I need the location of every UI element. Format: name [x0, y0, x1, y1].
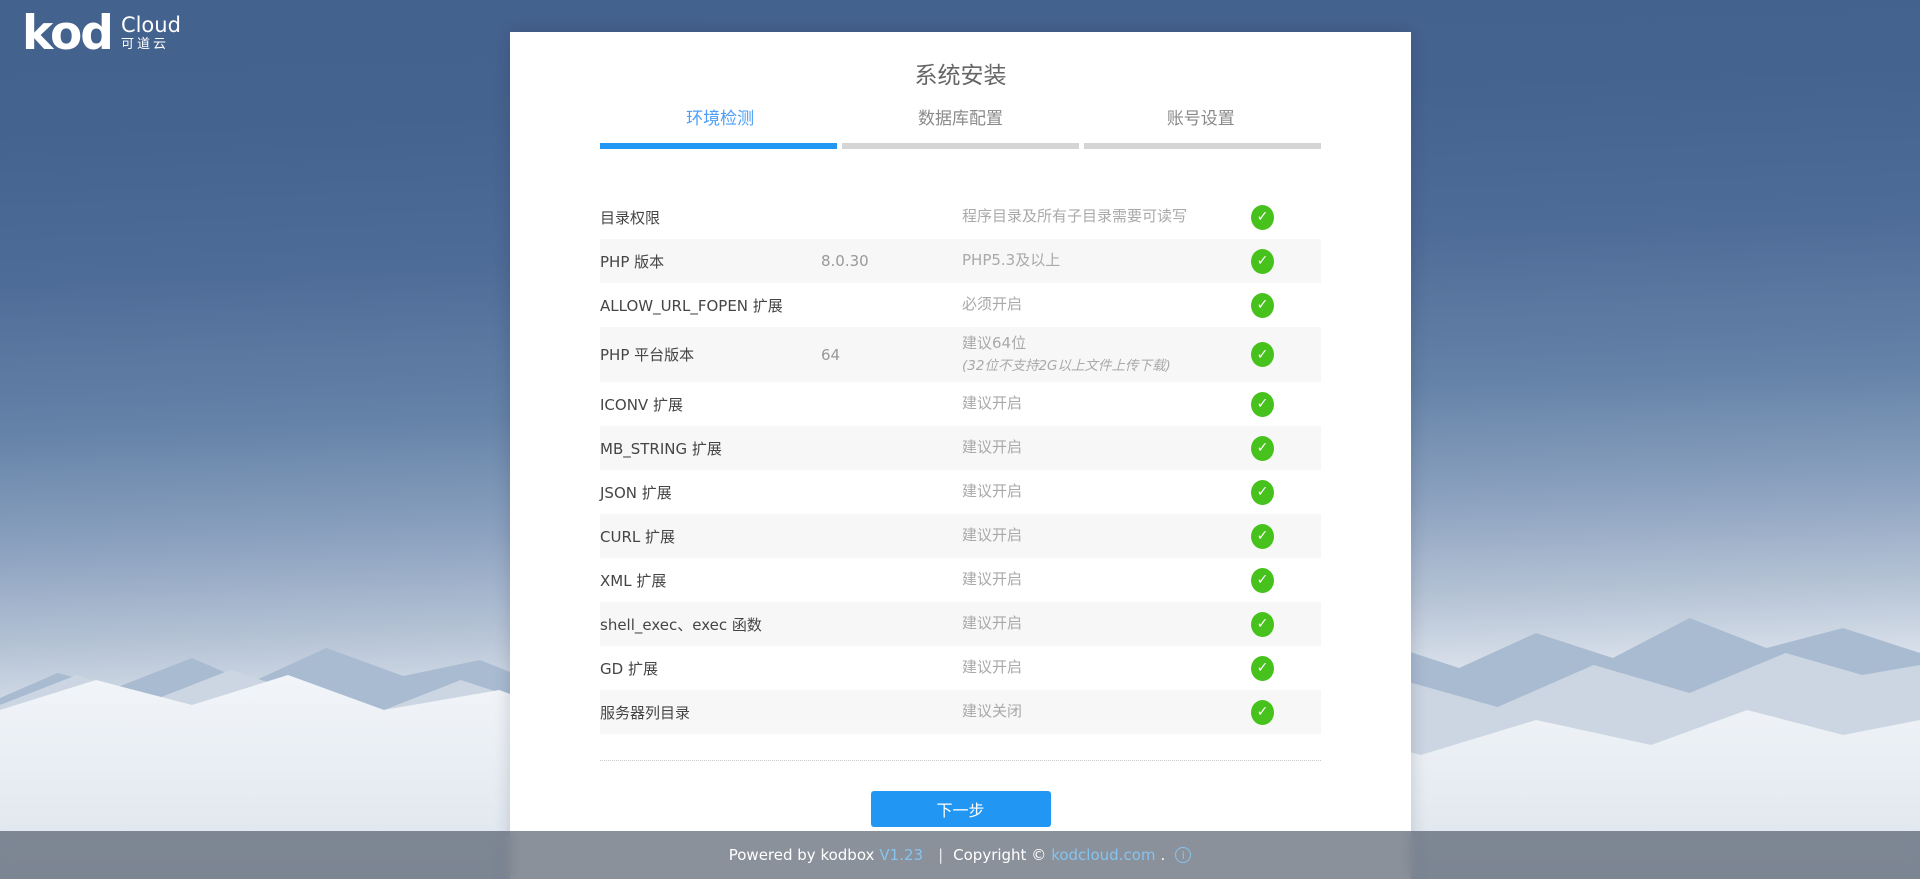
progress-segment-3	[1084, 143, 1321, 149]
check-ok-icon: ✓	[1251, 656, 1274, 681]
table-row: CURL 扩展 建议开启 ✓	[600, 514, 1321, 558]
check-ok-icon: ✓	[1251, 392, 1274, 417]
check-hint: 建议开启	[962, 437, 1251, 459]
logo-kod-text: kod	[22, 10, 112, 57]
table-row: 目录权限 程序目录及所有子目录需要可读写 ✓	[600, 195, 1321, 239]
info-icon[interactable]: i	[1175, 847, 1191, 863]
check-ok-icon: ✓	[1251, 480, 1274, 505]
version-link[interactable]: V1.23	[879, 846, 923, 864]
logo-cloud-text: Cloud	[121, 14, 181, 37]
step-progress-bar	[600, 143, 1321, 149]
table-row: 服务器列目录 建议关闭 ✓	[600, 690, 1321, 734]
table-row: PHP 平台版本 64 建议64位 (32位不支持2G以上文件上传下载) ✓	[600, 327, 1321, 382]
check-hint-note: (32位不支持2G以上文件上传下载)	[962, 357, 1251, 377]
logo-chinese-text: 可道云	[121, 37, 181, 53]
powered-by-text: Powered by kodbox	[729, 846, 875, 864]
check-hint: 建议64位 (32位不支持2G以上文件上传下载)	[962, 333, 1251, 376]
kodcloud-site-link[interactable]: kodcloud.com	[1051, 846, 1155, 864]
check-hint-line1: 建议64位	[962, 333, 1251, 355]
check-ok-icon: ✓	[1251, 293, 1274, 318]
check-label: 目录权限	[600, 207, 821, 228]
installer-steps: 环境检测 数据库配置 账号设置	[600, 108, 1321, 130]
check-value: 64	[821, 346, 962, 364]
check-hint: 建议开启	[962, 657, 1251, 679]
table-row: MB_STRING 扩展 建议开启 ✓	[600, 426, 1321, 470]
check-ok-icon: ✓	[1251, 342, 1274, 367]
check-value: 8.0.30	[821, 252, 962, 270]
table-row: PHP 版本 8.0.30 PHP5.3及以上 ✓	[600, 239, 1321, 283]
check-label: PHP 平台版本	[600, 344, 821, 365]
check-ok-icon: ✓	[1251, 524, 1274, 549]
check-label: 服务器列目录	[600, 702, 821, 723]
footer-period: .	[1160, 846, 1165, 864]
copyright-text: Copyright ©	[953, 846, 1046, 864]
check-label: MB_STRING 扩展	[600, 438, 821, 459]
check-ok-icon: ✓	[1251, 205, 1274, 230]
next-step-button[interactable]: 下一步	[871, 791, 1051, 827]
check-label: CURL 扩展	[600, 526, 821, 547]
check-ok-icon: ✓	[1251, 249, 1274, 274]
check-label: JSON 扩展	[600, 482, 821, 503]
check-label: ICONV 扩展	[600, 394, 821, 415]
check-ok-icon: ✓	[1251, 612, 1274, 637]
check-ok-icon: ✓	[1251, 700, 1274, 725]
check-hint: 建议开启	[962, 569, 1251, 591]
footer-bar: Powered by kodbox V1.23 | Copyright © ko…	[0, 831, 1920, 879]
table-row: ALLOW_URL_FOPEN 扩展 必须开启 ✓	[600, 283, 1321, 327]
table-row: ICONV 扩展 建议开启 ✓	[600, 382, 1321, 426]
environment-check-table: 目录权限 程序目录及所有子目录需要可读写 ✓ PHP 版本 8.0.30 PHP…	[600, 195, 1321, 734]
check-hint: 建议开启	[962, 481, 1251, 503]
table-row: GD 扩展 建议开启 ✓	[600, 646, 1321, 690]
check-hint: 程序目录及所有子目录需要可读写	[962, 206, 1251, 228]
check-label: ALLOW_URL_FOPEN 扩展	[600, 295, 821, 316]
check-ok-icon: ✓	[1251, 568, 1274, 593]
table-row: XML 扩展 建议开启 ✓	[600, 558, 1321, 602]
footer-separator: |	[938, 846, 943, 864]
check-hint: PHP5.3及以上	[962, 250, 1251, 272]
section-divider	[600, 760, 1321, 761]
check-label: GD 扩展	[600, 658, 821, 679]
check-label: XML 扩展	[600, 570, 821, 591]
check-hint: 建议开启	[962, 525, 1251, 547]
tab-environment-check[interactable]: 环境检测	[600, 108, 840, 130]
check-hint: 建议开启	[962, 613, 1251, 635]
check-hint: 建议开启	[962, 393, 1251, 415]
check-ok-icon: ✓	[1251, 436, 1274, 461]
table-row: JSON 扩展 建议开启 ✓	[600, 470, 1321, 514]
progress-segment-1	[600, 143, 837, 149]
tab-database-config[interactable]: 数据库配置	[840, 108, 1080, 130]
check-label: shell_exec、exec 函数	[600, 614, 821, 635]
tab-account-settings[interactable]: 账号设置	[1081, 108, 1321, 130]
installer-card: 系统安装 环境检测 数据库配置 账号设置 目录权限 程序目录及所有子目录需要可读…	[510, 32, 1411, 879]
progress-segment-2	[842, 143, 1079, 149]
check-label: PHP 版本	[600, 251, 821, 272]
table-row: shell_exec、exec 函数 建议开启 ✓	[600, 602, 1321, 646]
check-hint: 建议关闭	[962, 701, 1251, 723]
check-hint: 必须开启	[962, 294, 1251, 316]
kodcloud-logo[interactable]: kod Cloud 可道云	[22, 10, 181, 57]
page-title: 系统安装	[600, 62, 1321, 90]
